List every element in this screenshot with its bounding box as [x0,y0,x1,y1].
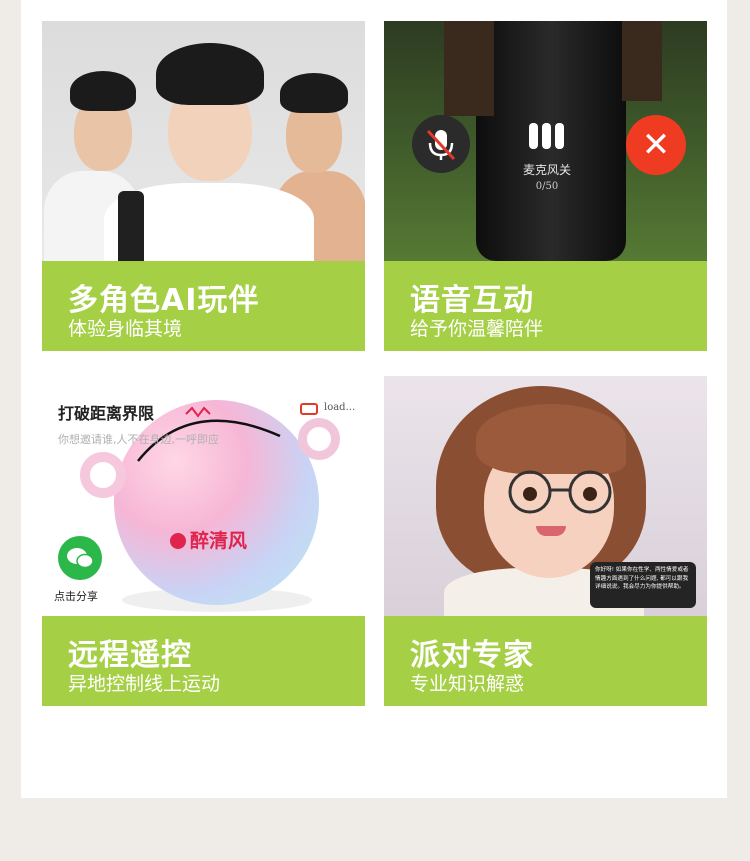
close-icon: ✕ [641,125,671,165]
card-band: 远程遥控 异地控制线上运动 [42,616,365,706]
characters-image [42,21,365,261]
glasses-decoration [508,470,612,514]
expert-avatar-image: 你好呀! 如果你在性学、两性情爱或者情趣方面遇到了什么问题, 都可以跟我详细说说… [384,376,707,616]
card-title: 远程遥控 [68,638,192,673]
feature-card-multi-role[interactable]: 多角色AI玩伴 体验身临其境 [42,21,365,351]
load-status: load... [324,402,356,413]
content-panel: 多角色AI玩伴 体验身临其境 麦克风关 0/50 ✕ 语音互动 给予你温馨陪伴 … [21,0,727,798]
hang-up-button[interactable]: ✕ [626,115,686,175]
mute-mic-button[interactable] [412,115,470,173]
counter-text: 0/50 [535,181,559,192]
feature-card-remote[interactable]: 打破距离界限 你想邀请谁,人不在身边,一呼即应 醉清风 load... 点击分享… [42,376,365,706]
image-description: 你想邀请谁,人不在身边,一呼即应 [58,433,219,446]
share-label: 点击分享 [54,590,98,603]
mic-status-label: 麦克风关 [522,163,571,177]
wechat-share-button[interactable] [58,536,102,580]
card-subtitle: 给予你温馨陪伴 [410,318,544,340]
card-band: 派对专家 专业知识解惑 [384,616,707,706]
image-title: 打破距离界限 [58,404,155,423]
voice-call-image: 麦克风关 0/50 ✕ [384,21,707,261]
ring-decoration [80,452,126,498]
feature-card-expert[interactable]: 你好呀! 如果你在性学、两性情爱或者情趣方面遇到了什么问题, 都可以跟我详细说说… [384,376,707,706]
ring-decoration [298,418,340,460]
card-title: 派对专家 [410,638,534,673]
brand-logo: 醉清风 [170,526,247,553]
chat-bubble: 你好呀! 如果你在性学、两性情爱或者情趣方面遇到了什么问题, 都可以跟我详细说说… [590,562,696,608]
card-title: 语音互动 [410,283,534,318]
battery-icon [300,403,318,415]
feature-card-voice[interactable]: 麦克风关 0/50 ✕ 语音互动 给予你温馨陪伴 [384,21,707,351]
voice-wave-icon [529,123,569,149]
mic-off-icon [426,129,456,161]
brand-icon [170,533,186,549]
card-subtitle: 异地控制线上运动 [68,673,221,695]
wechat-icon [67,548,94,569]
card-band: 语音互动 给予你温馨陪伴 [384,261,707,351]
card-title: 多角色AI玩伴 [68,283,260,318]
card-subtitle: 体验身临其境 [68,318,183,340]
card-subtitle: 专业知识解惑 [410,673,525,695]
card-band: 多角色AI玩伴 体验身临其境 [42,261,365,351]
remote-control-image: 打破距离界限 你想邀请谁,人不在身边,一呼即应 醉清风 load... 点击分享 [42,376,365,616]
